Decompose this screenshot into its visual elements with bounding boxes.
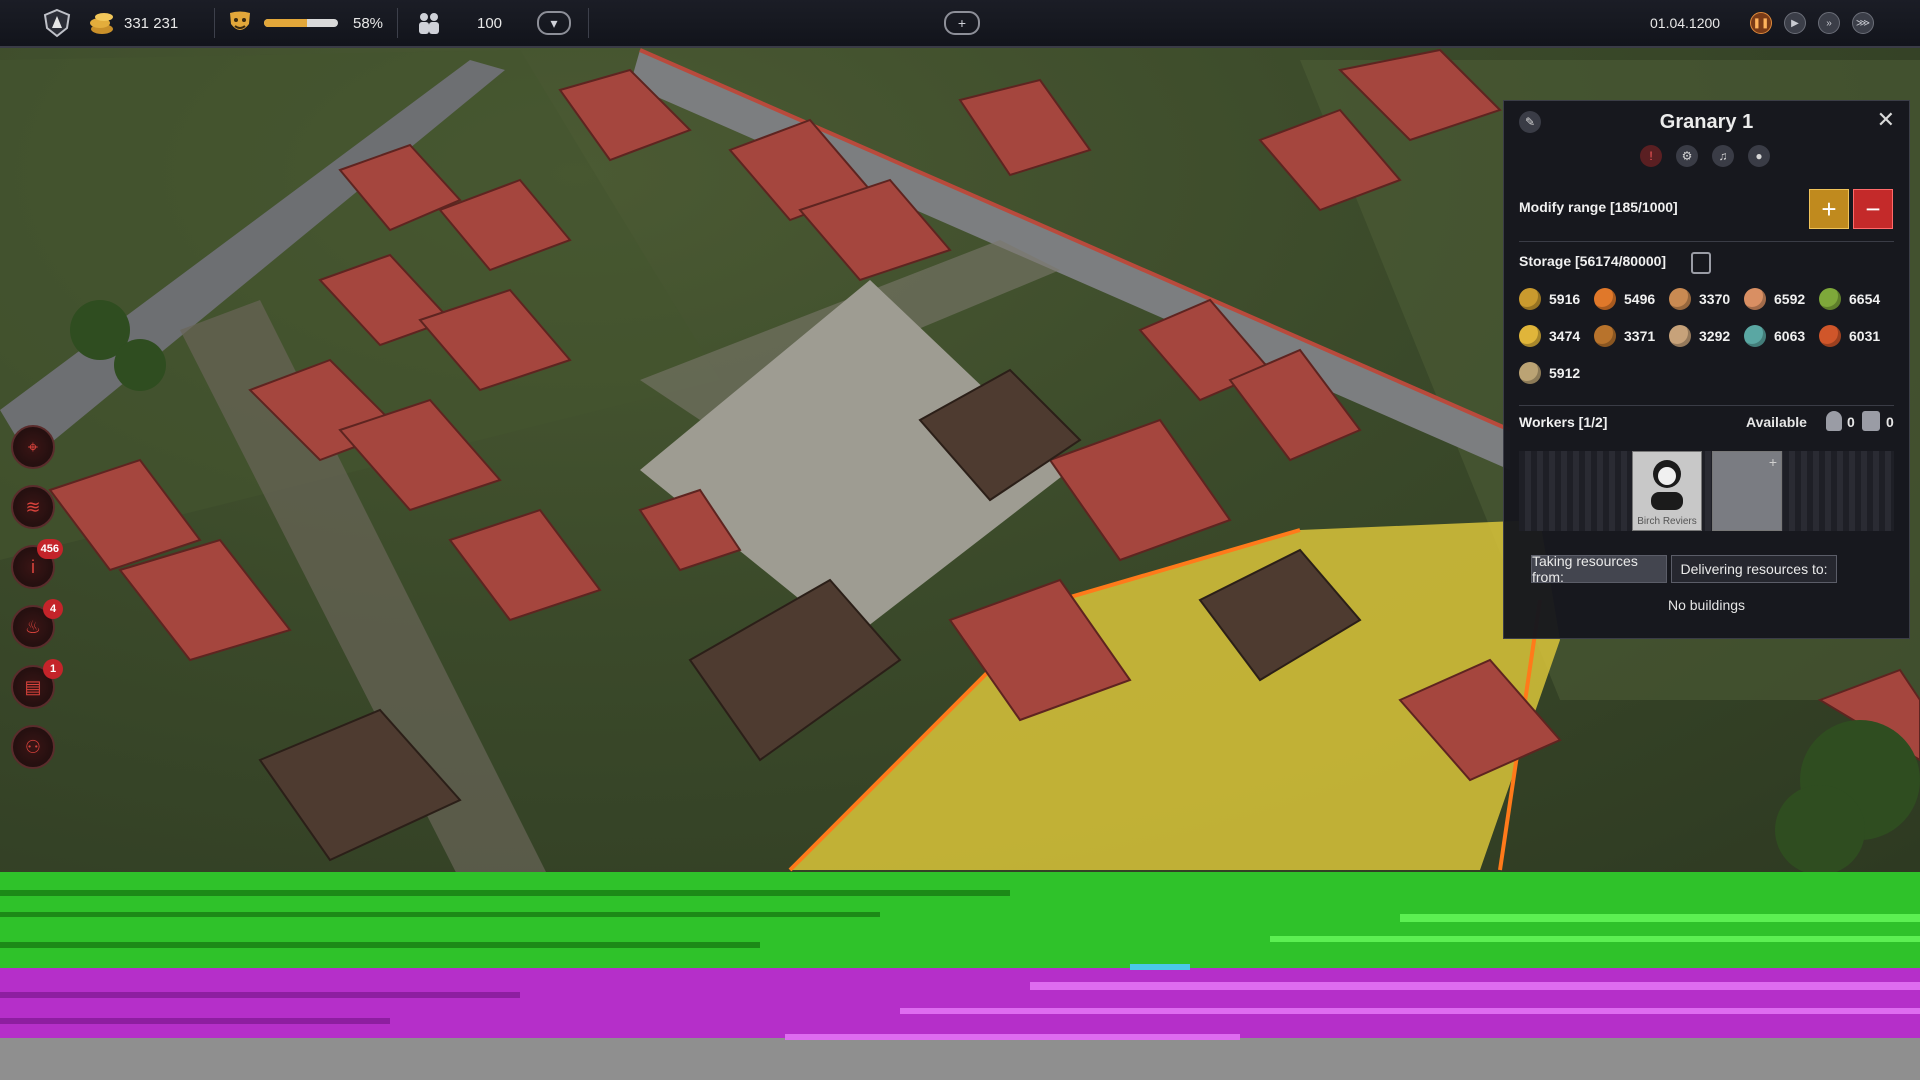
location-pin-icon[interactable]: ●: [1748, 145, 1770, 167]
happiness-percent: 58%: [353, 14, 384, 32]
tab-taking-resources[interactable]: Taking resources from:: [1531, 553, 1667, 585]
population-count: 100: [477, 14, 503, 32]
resource-amount: 3370: [1699, 291, 1731, 307]
fast-forward-icon[interactable]: »: [1818, 12, 1840, 34]
gold-amount: 331 231: [124, 14, 179, 32]
glitch-band-grey: [0, 1038, 1920, 1080]
resource-item[interactable]: 5496: [1594, 287, 1666, 311]
resource-amount: 6063: [1774, 328, 1806, 344]
close-icon[interactable]: ✕: [1877, 107, 1895, 133]
game-date: 01.04.1200: [1650, 15, 1721, 31]
worker-name: Birch Reviers: [1637, 516, 1697, 527]
bread-icon: [1669, 288, 1691, 310]
target-button[interactable]: ⌖: [11, 425, 55, 469]
workers-label: Workers [1/2]: [1519, 414, 1608, 430]
worker-slots-track: [1519, 451, 1894, 531]
add-button[interactable]: +: [944, 0, 980, 46]
herbs-icon: [1819, 288, 1841, 310]
notification-badge: 1: [43, 659, 63, 679]
top-resource-bar: 331 231 58% 100 ▾ + 01.04.1200 ❚❚ ▶ » ⋙: [0, 0, 1920, 48]
resource-item[interactable]: 6654: [1819, 287, 1891, 311]
coin-stack-icon: [88, 0, 116, 46]
resource-amount: 5496: [1624, 291, 1656, 307]
mask-icon: [228, 0, 252, 46]
crosshair-icon: ⌖: [27, 436, 39, 457]
resource-amount: 6031: [1849, 328, 1881, 344]
happiness-bar: [264, 0, 338, 46]
no-buildings-text: No buildings: [1667, 597, 1746, 613]
fire-button[interactable]: ♨ 4: [11, 599, 63, 649]
layers-icon: ≋: [25, 496, 41, 517]
people-icon: ⚇: [24, 736, 42, 757]
storage-label: Storage [56174/80000]: [1519, 253, 1667, 269]
soldier-icon: [1862, 411, 1880, 431]
resource-item[interactable]: 3292: [1669, 324, 1741, 348]
resource-amount: 5916: [1549, 291, 1581, 307]
book-icon: ▤: [24, 676, 42, 697]
resource-amount: 5912: [1549, 365, 1581, 381]
resource-amount: 6592: [1774, 291, 1806, 307]
fire-icon: ♨: [24, 616, 42, 637]
resource-item[interactable]: 3371: [1594, 324, 1666, 348]
available-soldiers-count: 0: [1886, 414, 1894, 430]
speed-controls: ❚❚ ▶ » ⋙: [1738, 0, 1874, 46]
honey-icon: [1594, 325, 1616, 347]
modify-range-label: Modify range [185/1000]: [1519, 199, 1678, 215]
notification-badge: 456: [36, 539, 63, 559]
layers-button[interactable]: ≋: [11, 485, 55, 529]
resource-amount: 3371: [1624, 328, 1656, 344]
sausage-icon: [1669, 325, 1691, 347]
pause-icon[interactable]: ❚❚: [1750, 12, 1772, 34]
sack-icon: [1519, 362, 1541, 384]
worker-portrait-icon: [1651, 460, 1683, 510]
info-icon: i: [31, 556, 35, 577]
meat-icon: [1744, 288, 1766, 310]
apple-icon: [1819, 325, 1841, 347]
worker-slot-empty[interactable]: +: [1712, 451, 1782, 531]
resource-amount: 3292: [1699, 328, 1731, 344]
building-info-panel: ✎ Granary 1 ✕ ! ⚙ ♫ ● Modify range [185/…: [1503, 100, 1910, 639]
notification-badge: 4: [43, 599, 63, 619]
bell-icon[interactable]: ♫: [1712, 145, 1734, 167]
plus-icon[interactable]: +: [944, 11, 980, 35]
play-icon[interactable]: ▶: [1784, 12, 1806, 34]
resource-item[interactable]: 3474: [1519, 324, 1591, 348]
carrot-icon: [1594, 288, 1616, 310]
info-button[interactable]: i 456: [11, 539, 63, 589]
chevron-down-icon[interactable]: ▾: [537, 11, 571, 35]
render-glitch-area: [0, 872, 1920, 1080]
resource-item[interactable]: 6592: [1744, 287, 1816, 311]
population-dropdown[interactable]: ▾: [537, 0, 571, 46]
gear-icon[interactable]: ⚙: [1676, 145, 1698, 167]
alert-icon[interactable]: !: [1640, 145, 1662, 167]
resource-amount: 6654: [1849, 291, 1881, 307]
available-workers-count: 0: [1847, 414, 1855, 430]
tab-delivering-resources[interactable]: Delivering resources to:: [1671, 555, 1837, 583]
decrease-range-button[interactable]: −: [1853, 189, 1893, 229]
cheese-icon: [1519, 325, 1541, 347]
add-worker-icon[interactable]: +: [1769, 454, 1777, 470]
barrel-icon: [1691, 252, 1711, 274]
people-icon: [415, 0, 443, 46]
resource-item[interactable]: 6063: [1744, 324, 1816, 348]
glitch-band-magenta: [0, 968, 1920, 1038]
resource-item[interactable]: 3370: [1669, 287, 1741, 311]
fish-icon: [1744, 325, 1766, 347]
resource-item[interactable]: 5912: [1519, 361, 1591, 385]
building-title: Granary 1: [1659, 111, 1754, 133]
worker-icon: [1826, 411, 1842, 431]
faction-shield-icon[interactable]: [42, 0, 72, 46]
resource-item[interactable]: 6031: [1819, 324, 1891, 348]
fastest-forward-icon[interactable]: ⋙: [1852, 12, 1874, 34]
quests-button[interactable]: ▤ 1: [11, 659, 63, 709]
workers-button[interactable]: ⚇: [11, 725, 55, 769]
worker-slot-filled[interactable]: Birch Reviers: [1632, 451, 1702, 531]
available-label: Available: [1746, 414, 1807, 430]
resource-item[interactable]: 5916: [1519, 287, 1591, 311]
resource-amount: 3474: [1549, 328, 1581, 344]
increase-range-button[interactable]: +: [1809, 189, 1849, 229]
grain-icon: [1519, 288, 1541, 310]
